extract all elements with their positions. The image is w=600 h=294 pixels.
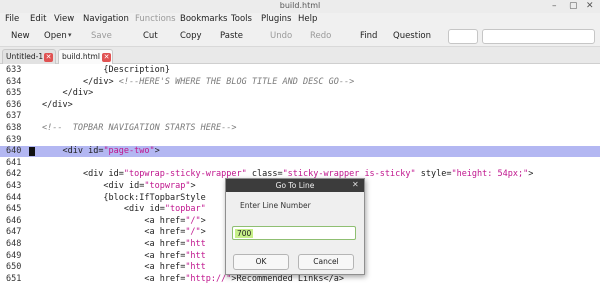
code-text: <div id="topbar" [123, 204, 206, 215]
line-number: 647 [6, 227, 22, 238]
code-line[interactable]: 640 <div id="page-two"> [0, 146, 600, 158]
go-to-line-dialog: Go To Line ✕ Enter Line Number 700 OK Ca… [225, 178, 365, 275]
menu-file[interactable]: File [5, 14, 19, 24]
bookmark-icon[interactable] [29, 147, 35, 157]
find-button[interactable]: Find [360, 31, 377, 41]
line-number: 644 [6, 192, 22, 203]
menu-edit[interactable]: Edit [30, 14, 46, 24]
tab-label: build.html [62, 52, 100, 61]
line-number: 649 [6, 250, 22, 261]
tab-untitled-1[interactable]: Untitled-1 ✕ [2, 49, 56, 64]
line-number: 643 [6, 181, 22, 191]
code-line[interactable]: 651 <a href="http://">Recommended Links<… [0, 274, 600, 285]
question-button[interactable]: Question [393, 31, 431, 41]
line-number: 646 [6, 215, 22, 226]
line-number: 651 [6, 273, 22, 284]
paste-button[interactable]: Paste [220, 31, 243, 41]
open-button[interactable]: Open [44, 31, 67, 41]
menu-view[interactable]: View [54, 14, 74, 24]
line-number-input[interactable]: 700 [232, 226, 356, 240]
code-text: <a href="/"> [144, 227, 206, 238]
tab-build-html[interactable]: build.html ✕ [58, 49, 113, 64]
line-number: 634 [6, 76, 22, 87]
code-line[interactable]: 641 [0, 158, 600, 169]
code-text: {Description} [103, 65, 170, 75]
code-line[interactable]: 639 [0, 135, 600, 146]
line-number: 650 [6, 262, 22, 273]
code-text: <div id="topwrap"> [103, 181, 196, 191]
menu-bookmarks[interactable]: Bookmarks [180, 14, 228, 24]
close-icon[interactable]: ✕ [352, 180, 359, 189]
menu-bar: File Edit View Navigation Functions Book… [0, 13, 600, 27]
line-number: 637 [6, 111, 22, 122]
toolbar: New Open ▾ Save Cut Copy Paste Undo Redo… [0, 27, 600, 47]
code-line[interactable]: 636 </div> [0, 100, 600, 111]
code-line[interactable]: 635 </div> [0, 88, 600, 99]
close-window-icon[interactable]: ✕ [586, 1, 594, 11]
line-number-value: 700 [235, 229, 254, 238]
code-text: <a href="htt [144, 262, 206, 273]
code-text: <a href="htt [144, 250, 206, 261]
code-text: <a href="/"> [144, 215, 206, 226]
copy-button[interactable]: Copy [180, 31, 202, 41]
undo-button[interactable]: Undo [270, 31, 292, 41]
code-text: </div> [62, 88, 94, 99]
line-number: 633 [6, 65, 22, 75]
code-line[interactable]: 638 <!-- TOPBAR NAVIGATION STARTS HERE--> [0, 123, 600, 134]
menu-functions[interactable]: Functions [135, 14, 176, 24]
ok-button[interactable]: OK [233, 254, 289, 270]
code-text: <div id="page-two"> [62, 146, 160, 157]
line-number: 645 [6, 204, 22, 215]
cancel-button[interactable]: Cancel [298, 254, 354, 270]
code-text: <a href="htt [144, 239, 206, 249]
save-button[interactable]: Save [91, 31, 112, 41]
dialog-prompt: Enter Line Number [240, 201, 311, 210]
dialog-titlebar: Go To Line ✕ [226, 179, 364, 192]
new-button[interactable]: New [11, 31, 30, 41]
menu-help[interactable]: Help [298, 14, 317, 24]
close-tab-icon[interactable]: ✕ [44, 53, 53, 62]
menu-tools[interactable]: Tools [231, 14, 252, 24]
code-text: <!-- TOPBAR NAVIGATION STARTS HERE--> [42, 123, 237, 133]
code-line[interactable]: 633 {Description} [0, 65, 600, 76]
dialog-title: Go To Line [275, 181, 315, 190]
minimize-icon[interactable]: – [552, 1, 557, 11]
line-number: 638 [6, 123, 22, 133]
search-field[interactable] [482, 29, 595, 44]
code-text: </div> <!--HERE'S WHERE THE BLOG TITLE A… [82, 76, 355, 87]
cut-button[interactable]: Cut [143, 31, 158, 41]
line-number: 648 [6, 239, 22, 249]
code-line[interactable]: 637 [0, 111, 600, 122]
line-number: 636 [6, 99, 22, 110]
code-text: {block:IfTopbarStyle [103, 192, 206, 203]
maximize-icon[interactable]: ▢ [569, 1, 578, 11]
tab-bar: Untitled-1 ✕ build.html ✕ [0, 47, 600, 64]
menu-navigation[interactable]: Navigation [83, 14, 129, 24]
line-number: 640 [6, 146, 22, 157]
line-number: 642 [6, 169, 22, 180]
window-titlebar: build.html – ▢ ✕ [0, 0, 600, 13]
quick-field[interactable] [448, 29, 478, 44]
menu-plugins[interactable]: Plugins [261, 14, 291, 24]
code-text: <a href="http://">Recommended Links</a> [144, 273, 344, 284]
line-number: 639 [6, 134, 22, 145]
tab-label: Untitled-1 [6, 52, 44, 61]
line-number: 641 [6, 157, 22, 168]
chevron-down-icon[interactable]: ▾ [68, 31, 72, 39]
code-line[interactable]: 634 </div> <!--HERE'S WHERE THE BLOG TIT… [0, 77, 600, 88]
window-title: build.html [279, 1, 321, 10]
line-number: 635 [6, 88, 22, 99]
code-text: </div> [42, 99, 73, 110]
redo-button[interactable]: Redo [310, 31, 331, 41]
close-tab-icon[interactable]: ✕ [102, 53, 111, 62]
